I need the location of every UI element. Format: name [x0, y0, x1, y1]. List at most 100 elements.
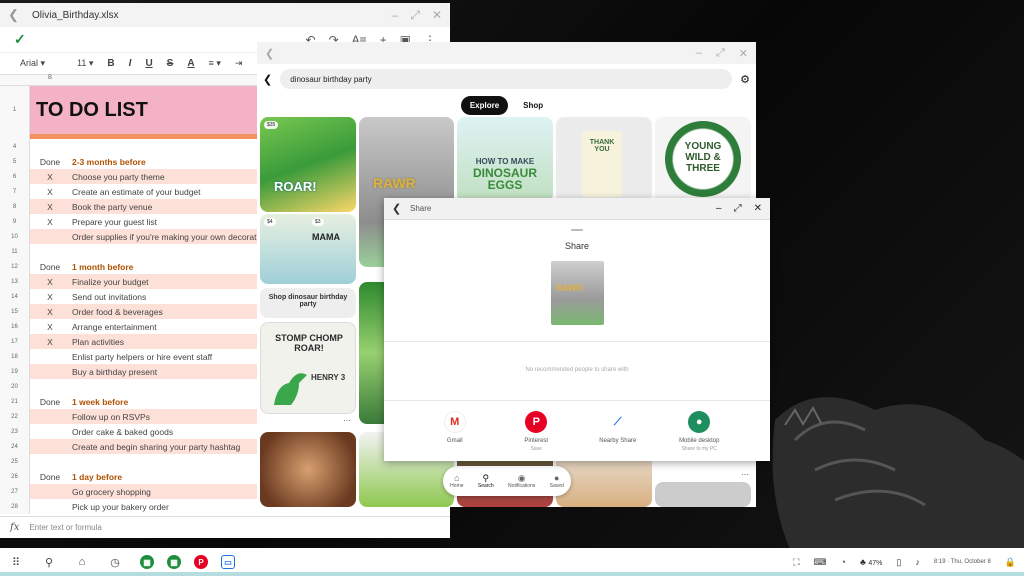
- more-options-icon[interactable]: ⋯: [741, 470, 749, 479]
- share-target-mobile-desktop[interactable]: ● Mobile desktop Share to my PC: [664, 411, 734, 452]
- status-cell[interactable]: X: [30, 304, 70, 319]
- row-number[interactable]: 21: [0, 394, 30, 409]
- pin-card[interactable]: [260, 432, 356, 507]
- status-cell[interactable]: [30, 439, 70, 454]
- status-cell[interactable]: [30, 229, 70, 244]
- pinterest-app-icon[interactable]: P: [194, 555, 208, 569]
- status-cell[interactable]: X: [30, 217, 70, 227]
- pin-card[interactable]: STOMP CHOMP ROAR! HENRY 3: [260, 322, 356, 414]
- lock-icon[interactable]: 🔒: [1005, 557, 1016, 568]
- clock[interactable]: 8:19 · Thu, October 8: [934, 559, 991, 565]
- pin-card[interactable]: THANK YOU: [556, 117, 652, 202]
- row-number[interactable]: 14: [0, 289, 30, 304]
- status-cell[interactable]: X: [30, 199, 70, 214]
- status-cell[interactable]: [30, 364, 70, 379]
- font-select[interactable]: Arial ▾: [20, 58, 45, 69]
- wrap-icon[interactable]: ⇥: [235, 58, 243, 69]
- status-cell[interactable]: X: [30, 274, 70, 289]
- search-input[interactable]: dinosaur birthday party: [280, 69, 733, 89]
- row-number[interactable]: 23: [0, 424, 30, 439]
- row-number[interactable]: 28: [0, 499, 30, 514]
- row-number[interactable]: 20: [0, 379, 30, 394]
- status-cell[interactable]: X: [30, 292, 70, 302]
- close-icon[interactable]: ✕: [432, 8, 442, 22]
- share-target-pinterest[interactable]: P Pinterest Save: [501, 411, 571, 452]
- row-number[interactable]: 10: [0, 229, 30, 244]
- battery-saver[interactable]: ♣ 47%: [860, 557, 882, 567]
- row-number[interactable]: 6: [0, 169, 30, 184]
- window-app-icon[interactable]: ▭: [221, 555, 235, 569]
- notifications-icon[interactable]: ♪: [915, 557, 920, 567]
- close-icon[interactable]: ✕: [739, 47, 748, 60]
- maximize-icon[interactable]: ⤢: [734, 203, 742, 214]
- status-cell[interactable]: X: [30, 322, 70, 332]
- row-number[interactable]: 7: [0, 184, 30, 199]
- maximize-icon[interactable]: ⤢: [716, 47, 725, 60]
- strikethrough-button[interactable]: S: [167, 58, 174, 69]
- text-color-button[interactable]: A: [187, 58, 194, 69]
- launcher-icon[interactable]: ⠿: [8, 554, 24, 570]
- shop-card[interactable]: Shop dinosaur birthday party: [260, 288, 356, 318]
- phone-icon[interactable]: ▯: [896, 557, 901, 568]
- pin-card[interactable]: $4 $3 MAMA: [260, 214, 356, 284]
- share-target-nearby[interactable]: ⟋ Nearby Share: [583, 411, 653, 452]
- minimize-icon[interactable]: –: [392, 8, 399, 22]
- close-icon[interactable]: ✕: [754, 203, 762, 214]
- row-number[interactable]: 27: [0, 484, 30, 499]
- align-icon[interactable]: ≡ ▾: [209, 58, 221, 69]
- row-number[interactable]: 8: [0, 199, 30, 214]
- row-number[interactable]: 16: [0, 319, 30, 334]
- column-b-header[interactable]: B: [30, 75, 70, 85]
- recents-icon[interactable]: ◷: [107, 554, 123, 570]
- bold-button[interactable]: B: [107, 58, 114, 69]
- nav-saved[interactable]: ● Saved: [550, 473, 564, 489]
- sheets-app-icon[interactable]: ▦: [167, 555, 181, 569]
- nav-home[interactable]: ⌂ Home: [450, 473, 463, 489]
- status-cell[interactable]: [30, 484, 70, 499]
- back-icon[interactable]: ❮: [392, 202, 410, 215]
- font-size-select[interactable]: 11 ▾: [77, 58, 93, 69]
- row-number[interactable]: 18: [0, 349, 30, 364]
- status-cell[interactable]: Done: [30, 397, 70, 407]
- sheets-app-icon[interactable]: ▦: [140, 555, 154, 569]
- back-arrow-icon[interactable]: ❮: [263, 73, 272, 86]
- keyboard-icon[interactable]: ⌨: [814, 557, 827, 568]
- row-number[interactable]: 24: [0, 439, 30, 454]
- underline-button[interactable]: U: [145, 58, 152, 69]
- status-cell[interactable]: Done: [30, 262, 70, 272]
- maximize-icon[interactable]: ⤢: [410, 8, 420, 23]
- row-number[interactable]: 11: [0, 244, 30, 259]
- screenshot-icon[interactable]: ⛶: [793, 557, 799, 568]
- check-icon[interactable]: ✓: [14, 31, 26, 48]
- row-number[interactable]: 26: [0, 469, 30, 484]
- minimize-icon[interactable]: –: [716, 203, 722, 214]
- drag-handle[interactable]: [571, 229, 583, 231]
- back-icon[interactable]: ❮: [8, 7, 32, 23]
- italic-button[interactable]: I: [129, 58, 132, 69]
- row-number[interactable]: 19: [0, 364, 30, 379]
- status-cell[interactable]: X: [30, 187, 70, 197]
- nav-search[interactable]: ⚲ Search: [478, 473, 494, 489]
- row-number[interactable]: 5: [0, 154, 30, 169]
- row-number[interactable]: 13: [0, 274, 30, 289]
- tab-explore[interactable]: Explore: [460, 95, 509, 115]
- home-icon[interactable]: ⌂: [74, 554, 90, 570]
- row-number[interactable]: 9: [0, 214, 30, 229]
- minimize-icon[interactable]: –: [696, 47, 702, 60]
- status-cell[interactable]: Done: [30, 157, 70, 167]
- row-number[interactable]: 12: [0, 259, 30, 274]
- tab-shop[interactable]: Shop: [514, 96, 552, 115]
- back-icon[interactable]: ❮: [265, 47, 274, 60]
- row-number[interactable]: 15: [0, 304, 30, 319]
- pin-card[interactable]: $35 ROAR!: [260, 117, 356, 212]
- wifi-icon[interactable]: ◔: [841, 557, 846, 567]
- filter-icon[interactable]: ⚙: [740, 73, 750, 86]
- share-target-gmail[interactable]: M Gmail: [420, 411, 490, 452]
- row-number[interactable]: 25: [0, 454, 30, 469]
- formula-input[interactable]: Enter text or formula: [29, 523, 101, 532]
- nav-notifications[interactable]: ◉ Notifications: [508, 473, 535, 489]
- status-cell[interactable]: [30, 409, 70, 424]
- status-cell[interactable]: X: [30, 169, 70, 184]
- status-cell[interactable]: X: [30, 334, 70, 349]
- pin-card[interactable]: [655, 482, 751, 507]
